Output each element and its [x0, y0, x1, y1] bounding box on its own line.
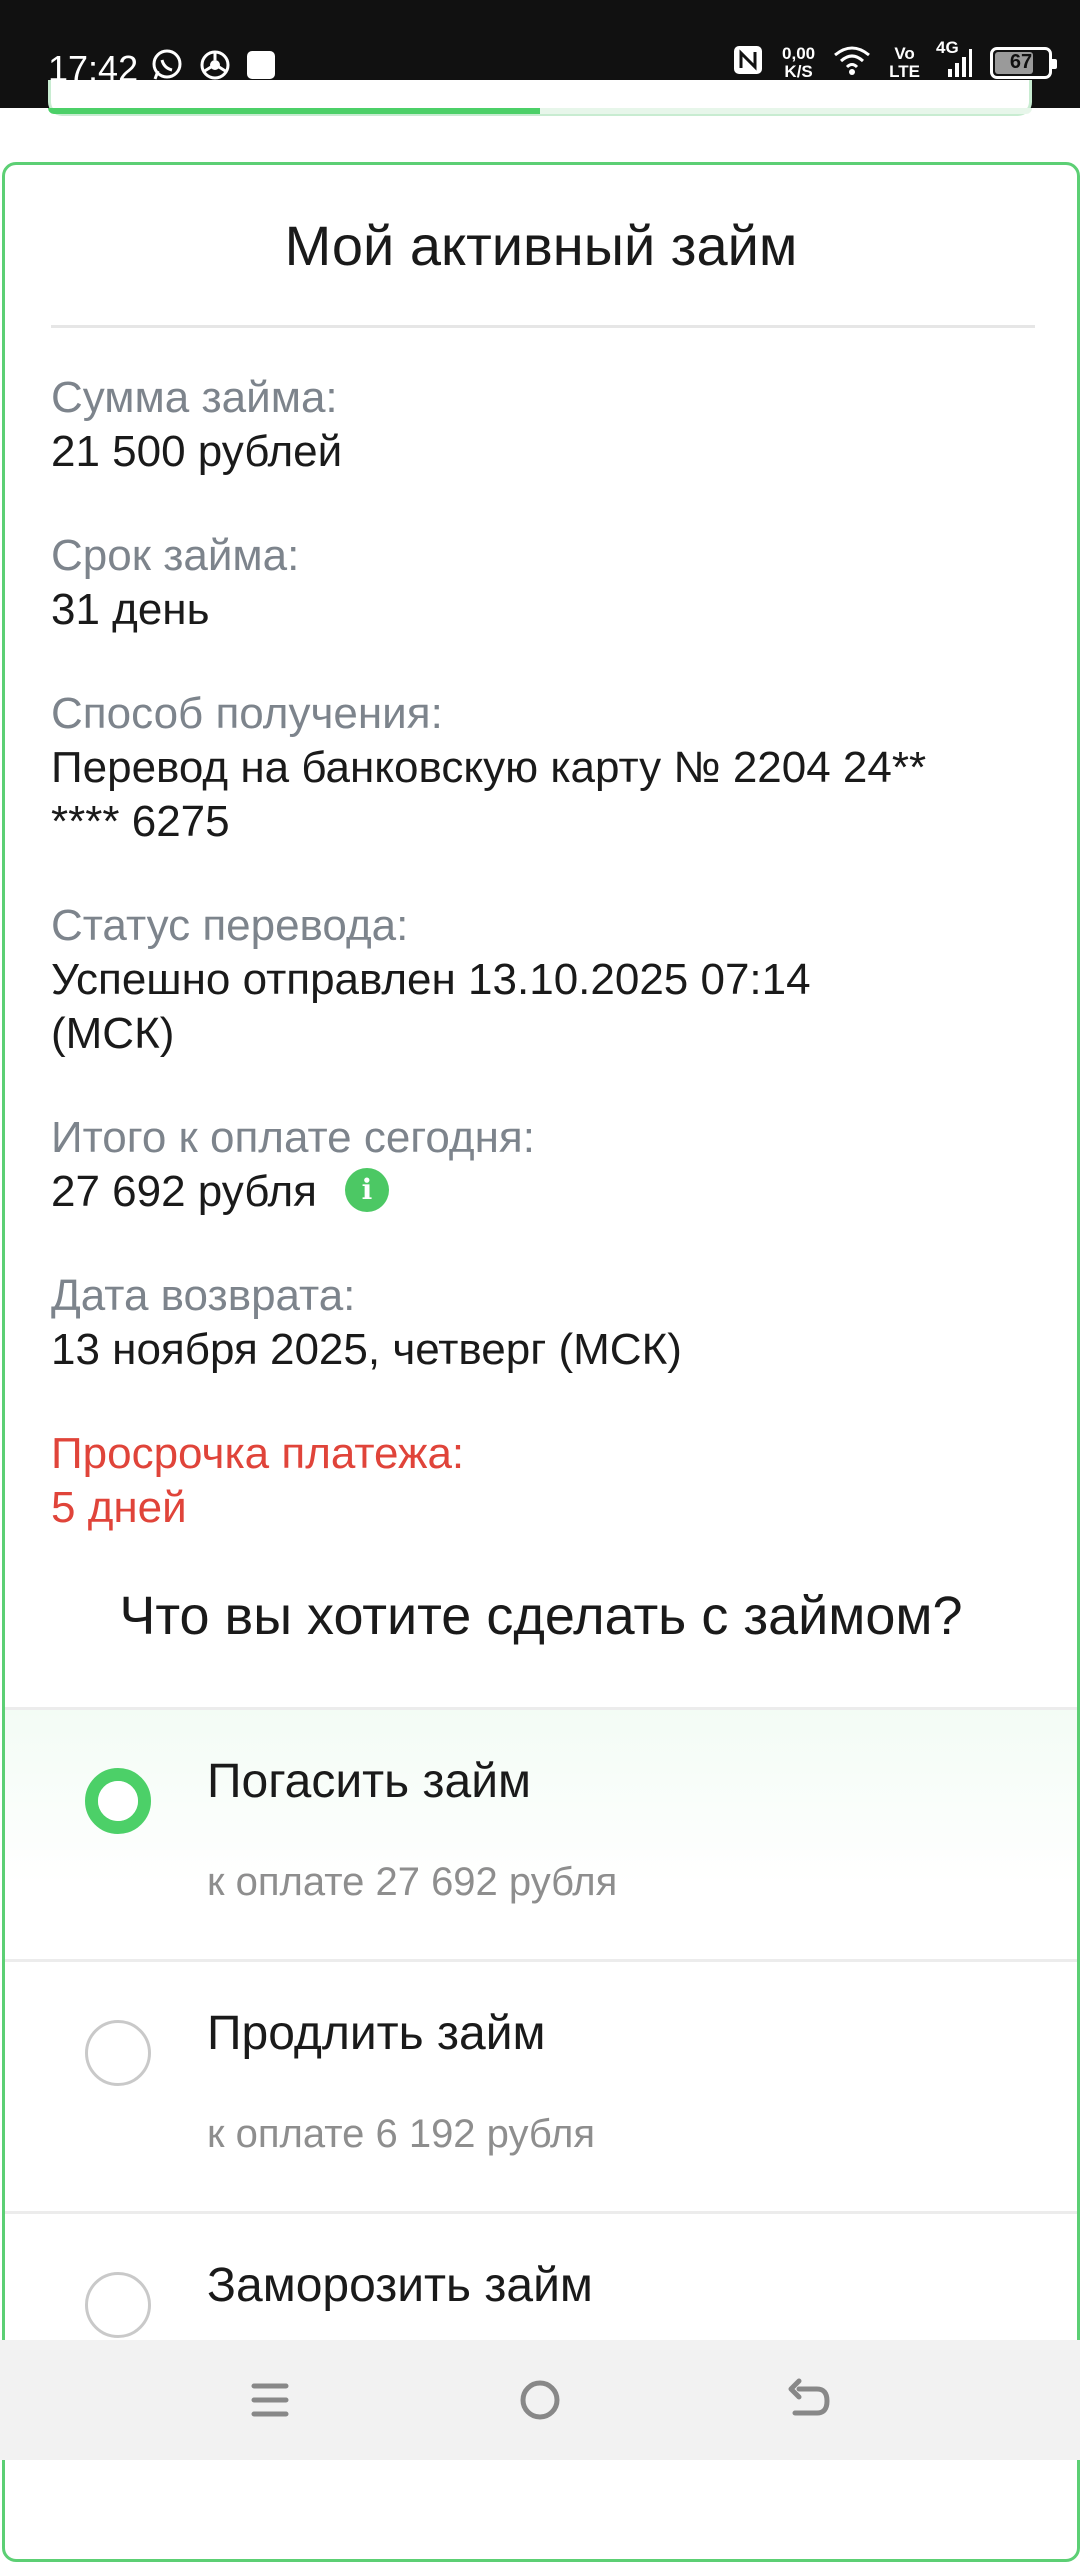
field-label: Просрочка платежа:	[51, 1429, 465, 1478]
net-speed-unit: K/S	[784, 61, 813, 81]
field-value: 5 дней	[51, 1483, 187, 1532]
field-loan-amount: Сумма займа: 21 500 рублей	[51, 371, 1041, 479]
option-title: Продлить займ	[207, 2007, 546, 2060]
field-value: 13 ноября 2025, четверг (МСК)	[51, 1325, 682, 1374]
field-value-line-2: **** 6275	[51, 797, 230, 846]
field-label: Итого к оплате сегодня:	[51, 1113, 535, 1162]
battery-icon: 67	[990, 46, 1057, 79]
menu-icon[interactable]	[240, 2370, 300, 2430]
field-label: Статус перевода:	[51, 901, 409, 950]
field-overdue: Просрочка платежа: 5 дней	[51, 1427, 1041, 1535]
field-receive-method: Способ получения: Перевод на банковскую …	[51, 687, 1041, 849]
field-value: 31 день	[51, 585, 210, 634]
navigation-bar	[0, 2340, 1080, 2460]
field-value: 21 500 рублей	[51, 427, 343, 476]
loan-progress-bar	[48, 108, 1032, 114]
nfc-icon	[732, 44, 764, 81]
system-icons: 0,00 K/S Vo LTE 4G 67	[732, 38, 1057, 81]
option-title: Заморозить займ	[207, 2259, 593, 2312]
wifi-icon	[833, 45, 871, 80]
field-total-due: Итого к оплате сегодня: 27 692 рубля i	[51, 1111, 1041, 1219]
field-label: Способ получения:	[51, 689, 443, 738]
option-subtitle: к оплате 27 692 рубля	[207, 1860, 618, 1904]
action-question: Что вы хотите сделать с займом?	[119, 1586, 963, 1646]
field-label: Срок займа:	[51, 531, 300, 580]
radio-button[interactable]	[85, 2020, 151, 2086]
field-value: 27 692 рубля	[51, 1167, 317, 1216]
field-value-line-2: (МСК)	[51, 1009, 175, 1058]
option-extend-loan[interactable]: Продлить займ к оплате 6 192 рубля	[5, 1959, 1077, 2211]
radio-button-checked[interactable]	[85, 1768, 151, 1834]
field-value-row: 27 692 рубля i	[51, 1165, 1041, 1219]
card-title: Мой активный займ	[284, 214, 798, 277]
home-icon[interactable]	[510, 2370, 570, 2430]
field-loan-term: Срок займа: 31 день	[51, 529, 1041, 637]
volte-top: Vo	[894, 43, 915, 63]
option-subtitle: к оплате 6 192 рубля	[207, 2112, 596, 2156]
info-icon[interactable]: i	[345, 1168, 389, 1213]
field-value-line-1: Успешно отправлен 13.10.2025 07:14	[51, 955, 811, 1004]
battery-level: 67	[1009, 51, 1033, 73]
field-value-line-1: Перевод на банковскую карту № 2204 24**	[51, 743, 927, 792]
net-speed-value: 0,00	[782, 43, 816, 63]
option-repay-loan[interactable]: Погасить займ к оплате 27 692 рубля	[5, 1707, 1077, 1959]
volte-indicator: Vo LTE	[889, 43, 920, 81]
option-title: Погасить займ	[207, 1755, 531, 1808]
field-transfer-status: Статус перевода: Успешно отправлен 13.10…	[51, 899, 1041, 1061]
active-loan-card: Мой активный займ Сумма займа: 21 500 ру…	[2, 162, 1080, 2562]
volte-bottom: LTE	[889, 61, 920, 81]
network-type: 4G	[936, 37, 959, 57]
title-divider	[51, 325, 1035, 328]
back-icon[interactable]	[780, 2370, 840, 2430]
loan-progress-fill	[48, 108, 540, 114]
field-label: Сумма займа:	[51, 373, 338, 422]
field-label: Дата возврата:	[51, 1271, 356, 1320]
network-speed: 0,00 K/S	[782, 43, 816, 81]
signal-icon: 4G	[936, 38, 972, 79]
radio-button[interactable]	[85, 2272, 151, 2338]
field-return-date: Дата возврата: 13 ноября 2025, четверг (…	[51, 1269, 1041, 1377]
